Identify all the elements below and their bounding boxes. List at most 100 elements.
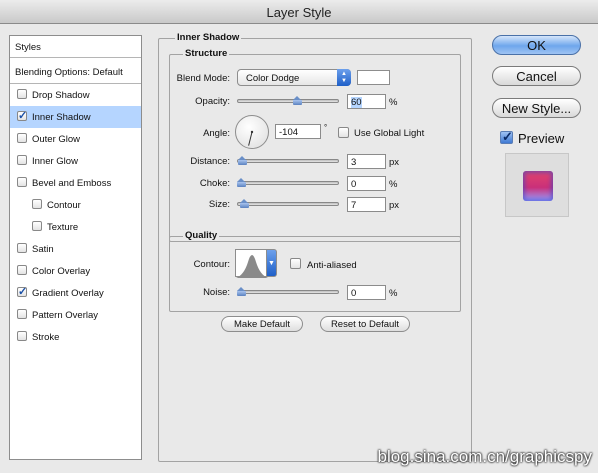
choke-slider-thumb[interactable]	[237, 178, 246, 187]
noise-label: Noise:	[203, 287, 230, 298]
opacity-input[interactable]: 60	[347, 94, 386, 109]
style-item-outer-glow[interactable]: Outer Glow	[10, 128, 141, 150]
size-input[interactable]: 7	[347, 197, 386, 212]
cancel-button[interactable]: Cancel	[492, 66, 581, 86]
blending-options-label: Blending Options: Default	[15, 67, 123, 78]
style-item-bevel-and-emboss[interactable]: Bevel and Emboss	[10, 172, 141, 194]
checkmark-icon: ✓	[18, 110, 28, 122]
select-arrows-icon: ▲ ▼	[337, 69, 351, 86]
style-item-checkbox[interactable]	[17, 155, 27, 165]
angle-value: -104	[279, 127, 299, 138]
distance-slider-thumb[interactable]	[237, 156, 247, 165]
style-item-label: Color Overlay	[32, 266, 91, 277]
style-item-checkbox[interactable]	[17, 331, 27, 341]
noise-unit: %	[389, 288, 398, 299]
angle-label: Angle:	[203, 128, 230, 139]
quality-title: Quality	[183, 230, 220, 241]
style-item-checkbox[interactable]	[17, 265, 27, 275]
noise-input[interactable]: 0	[347, 285, 386, 300]
styles-header[interactable]: Styles	[10, 36, 141, 58]
styles-header-label: Styles	[15, 42, 41, 53]
size-value: 7	[351, 200, 357, 211]
use-global-light-label: Use Global Light	[354, 128, 425, 139]
choke-label: Choke:	[199, 178, 230, 189]
contour-dropdown-icon[interactable]: ▼	[267, 249, 277, 277]
choke-input[interactable]: 0	[347, 176, 386, 191]
anti-aliased-label: Anti-aliased	[307, 260, 357, 271]
contour-label: Contour:	[193, 259, 230, 270]
distance-value: 3	[351, 157, 357, 168]
style-item-label: Bevel and Emboss	[32, 178, 112, 189]
angle-input[interactable]: -104	[275, 124, 321, 139]
preview-label: Preview	[518, 131, 565, 146]
style-item-label: Outer Glow	[32, 134, 81, 145]
style-item-inner-glow[interactable]: Inner Glow	[10, 150, 141, 172]
style-item-gradient-overlay[interactable]: ✓ Gradient Overlay	[10, 282, 141, 304]
blend-mode-select[interactable]: Color Dodge ▲ ▼	[237, 69, 351, 86]
style-item-checkbox[interactable]	[17, 89, 27, 99]
structure-title: Structure	[183, 48, 230, 59]
style-item-stroke[interactable]: Stroke	[10, 326, 141, 348]
style-item-checkbox[interactable]: ✓	[17, 110, 28, 122]
angle-indicator-icon	[248, 130, 254, 146]
size-label: Size:	[208, 199, 230, 210]
inner-shadow-title: Inner Shadow	[175, 32, 242, 43]
size-slider[interactable]	[237, 202, 339, 206]
anti-aliased-checkbox[interactable]	[290, 258, 301, 269]
style-item-checkbox[interactable]	[32, 199, 42, 209]
style-item-label: Drop Shadow	[32, 90, 90, 101]
style-item-checkbox[interactable]	[32, 221, 42, 231]
preview-swatch	[523, 171, 553, 201]
angle-dial[interactable]	[235, 115, 269, 149]
style-item-inner-shadow[interactable]: ✓ Inner Shadow	[10, 106, 141, 128]
opacity-slider[interactable]	[237, 99, 339, 103]
style-item-checkbox[interactable]	[17, 309, 27, 319]
size-slider-thumb[interactable]	[239, 199, 249, 208]
style-item-texture[interactable]: Texture	[10, 216, 141, 238]
style-item-color-overlay[interactable]: Color Overlay	[10, 260, 141, 282]
noise-slider[interactable]	[237, 290, 339, 294]
preview-checkbox[interactable]: ✓	[500, 129, 513, 144]
blend-mode-value: Color Dodge	[246, 73, 300, 84]
contour-curve-icon	[236, 255, 268, 278]
contour-preview[interactable]	[235, 249, 268, 278]
style-item-contour[interactable]: Contour	[10, 194, 141, 216]
opacity-slider-thumb[interactable]	[292, 96, 302, 105]
reset-default-button[interactable]: Reset to Default	[320, 316, 410, 332]
noise-slider-thumb[interactable]	[237, 287, 246, 296]
choke-unit: %	[389, 179, 398, 190]
style-item-label: Contour	[47, 200, 81, 211]
style-item-checkbox[interactable]: ✓	[17, 286, 28, 298]
choke-value: 0	[351, 179, 357, 190]
blend-color-swatch[interactable]	[357, 70, 390, 85]
new-style-button[interactable]: New Style...	[492, 98, 581, 118]
checkmark-icon: ✓	[502, 129, 513, 144]
opacity-unit: %	[389, 97, 398, 108]
style-preview	[505, 153, 569, 217]
style-item-label: Inner Shadow	[32, 112, 91, 123]
use-global-light-checkbox[interactable]	[338, 127, 349, 138]
blending-options-item[interactable]: Blending Options: Default	[10, 61, 141, 84]
quality-group	[169, 236, 461, 312]
style-item-label: Pattern Overlay	[32, 310, 98, 321]
dialog-body: Styles Blending Options: Default Drop Sh…	[0, 24, 598, 473]
style-item-label: Gradient Overlay	[32, 288, 104, 299]
make-default-button[interactable]: Make Default	[221, 316, 303, 332]
style-item-label: Texture	[47, 222, 79, 233]
distance-slider[interactable]	[237, 159, 339, 163]
style-item-label: Inner Glow	[32, 156, 78, 167]
style-item-checkbox[interactable]	[17, 177, 27, 187]
choke-slider[interactable]	[237, 181, 339, 185]
style-item-satin[interactable]: Satin	[10, 238, 141, 260]
opacity-label: Opacity:	[195, 96, 230, 107]
watermark: blog.sina.com.cn/graphicspy	[377, 447, 592, 466]
style-item-drop-shadow[interactable]: Drop Shadow	[10, 84, 141, 106]
ok-button[interactable]: OK	[492, 35, 581, 55]
style-item-checkbox[interactable]	[17, 133, 27, 143]
distance-input[interactable]: 3	[347, 154, 386, 169]
checkmark-icon: ✓	[18, 286, 28, 298]
style-item-checkbox[interactable]	[17, 243, 27, 253]
size-unit: px	[389, 200, 400, 211]
style-item-pattern-overlay[interactable]: Pattern Overlay	[10, 304, 141, 326]
noise-value: 0	[351, 288, 357, 299]
